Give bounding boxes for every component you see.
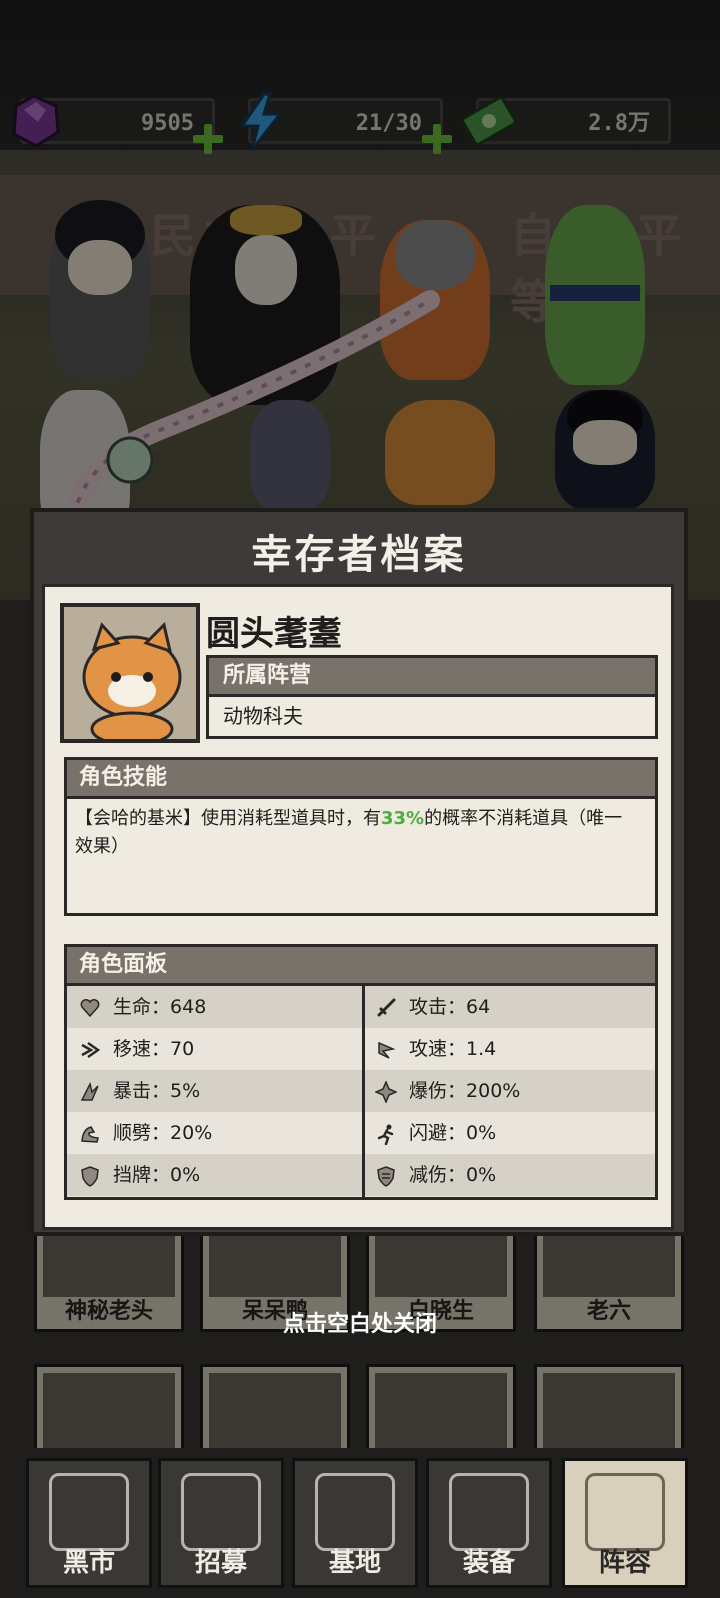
crit-icon [80,1081,99,1101]
skill-header: 角色技能 [64,757,658,799]
character-portrait [60,603,200,743]
stat-crit: 暴击：5% [79,1070,200,1112]
stat-move-speed: 移速：70 [79,1028,194,1070]
character-name: 圆头耄耋 [206,614,342,654]
heart-icon [80,998,100,1017]
skill-percent: 33% [381,808,425,829]
bottom-nav: 黑市 招募 基地 装备 阵容 [0,1448,720,1598]
nav-base[interactable]: 基地 [292,1458,418,1588]
dialog-title: 幸存者档案 [251,532,467,578]
close-hint: 点击空白处关闭 [282,1312,437,1337]
cat-avatar-icon [64,607,196,739]
flex-icon [81,1125,99,1143]
lineup-icon [585,1473,665,1551]
armor-icon [377,1165,395,1187]
stat-crit-damage: 爆伤：200% [375,1070,520,1112]
stat-cleave: 顺劈：20% [79,1112,212,1154]
stats-divider [362,986,365,1197]
equipment-icon [449,1473,529,1551]
stats-panel-header: 角色面板 [64,944,658,986]
nav-lineup[interactable]: 阵容 [562,1458,688,1588]
stat-damage-reduction: 减伤：0% [375,1154,496,1196]
black-market-icon [49,1473,129,1551]
stat-block: 挡牌：0% [79,1154,200,1196]
stat-attack-speed: 攻速：1.4 [375,1028,496,1070]
faction-header: 所属阵营 [206,655,658,697]
stat-attack: 攻击：64 [375,986,490,1028]
crit-damage-icon [375,1080,397,1103]
stats-panel: 生命：648 移速：70 暴击：5% 顺劈：20% 挡牌：0% 攻击：64 攻速… [64,986,658,1200]
nav-recruit[interactable]: 招募 [158,1458,284,1588]
base-icon [315,1473,395,1551]
skill-description: 【会哈的基米】使用消耗型道具时，有33%的概率不消耗道具（唯一效果） [75,808,623,857]
skill-description-box: 【会哈的基米】使用消耗型道具时，有33%的概率不消耗道具（唯一效果） [64,799,658,916]
shield-icon [81,1165,99,1187]
stat-hp: 生命：648 [79,986,206,1028]
nav-equipment[interactable]: 装备 [426,1458,552,1588]
faction-value: 动物科夫 [206,697,658,739]
speed-icon [81,1041,101,1058]
recruit-icon [181,1473,261,1551]
stat-dodge: 闪避：0% [375,1112,496,1154]
attack-speed-icon [378,1041,396,1059]
nav-black-market[interactable]: 黑市 [26,1458,152,1588]
dodge-icon [377,1124,394,1145]
sword-icon [377,998,396,1016]
